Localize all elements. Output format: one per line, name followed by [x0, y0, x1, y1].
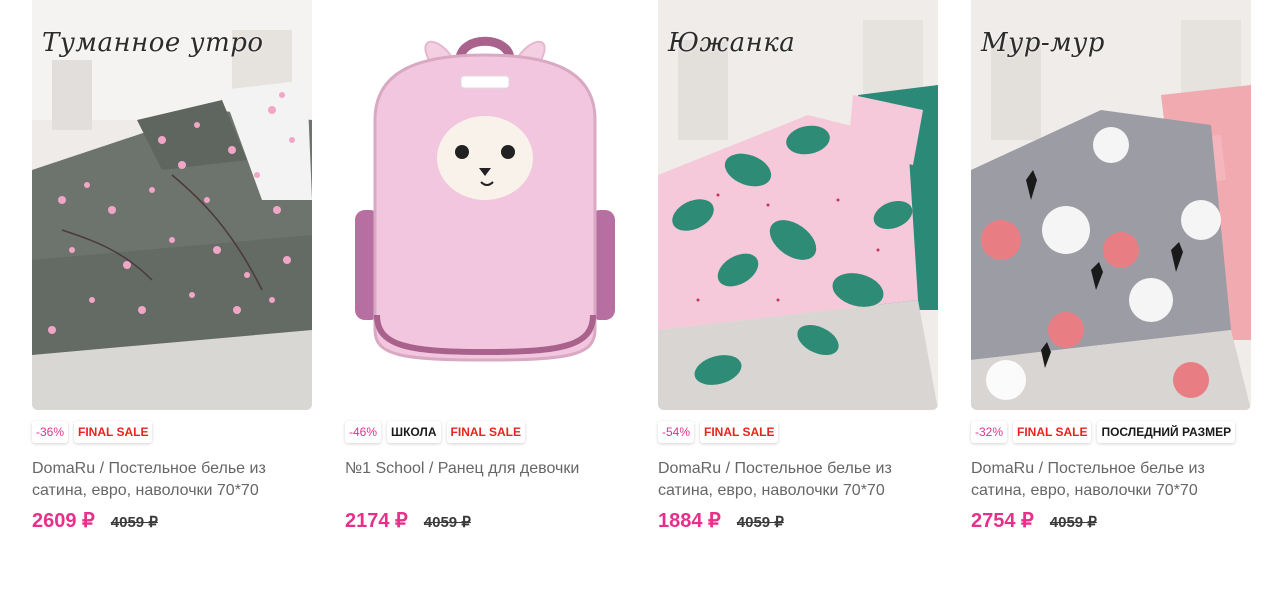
product-collection-name: Туманное утро: [42, 28, 264, 58]
bedding-sakura-icon: [32, 0, 312, 410]
discount-badge: -32%: [971, 421, 1008, 443]
current-price: 2754 ₽: [971, 510, 1034, 532]
old-price: 4059 ₽: [423, 514, 471, 531]
current-price: 2174 ₽: [345, 510, 408, 532]
product-card[interactable]: Мур-мур -32% FINAL SALE ПОСЛЕДНИЙ РАЗМЕР…: [971, 0, 1251, 560]
current-price: 1884 ₽: [658, 510, 721, 532]
product-image[interactable]: [345, 0, 625, 410]
product-card[interactable]: Южанка -54% FINAL SALE DomaRu / Постельн…: [658, 0, 938, 560]
price-row: 2754 ₽ 4059 ₽: [971, 508, 1097, 534]
discount-badge: -46%: [345, 421, 382, 443]
product-image[interactable]: Туманное утро: [32, 0, 312, 410]
product-image[interactable]: Мур-мур: [971, 0, 1251, 410]
product-image[interactable]: Южанка: [658, 0, 938, 410]
price-row: 1884 ₽ 4059 ₽: [658, 508, 784, 534]
old-price: 4059 ₽: [736, 514, 784, 531]
last-size-badge: ПОСЛЕДНИЙ РАЗМЕР: [1097, 421, 1236, 443]
final-sale-badge: FINAL SALE: [446, 421, 525, 443]
badge-row: -36% FINAL SALE: [32, 421, 153, 443]
final-sale-badge: FINAL SALE: [74, 421, 153, 443]
badge-row: -54% FINAL SALE: [658, 421, 779, 443]
discount-badge: -36%: [32, 421, 69, 443]
product-title[interactable]: DomaRu / Постельное белье из сатина, евр…: [971, 458, 1251, 502]
old-price: 4059 ₽: [110, 514, 158, 531]
final-sale-badge: FINAL SALE: [1013, 421, 1092, 443]
product-card[interactable]: Туманное утро -36% FINAL SALE DomaRu / П…: [32, 0, 312, 560]
bedding-monstera-icon: [658, 0, 938, 410]
discount-badge: -54%: [658, 421, 695, 443]
final-sale-badge: FINAL SALE: [700, 421, 779, 443]
badge-row: -32% FINAL SALE ПОСЛЕДНИЙ РАЗМЕР: [971, 421, 1236, 443]
old-price: 4059 ₽: [1049, 514, 1097, 531]
bedding-cats-icon: [971, 0, 1251, 410]
product-title[interactable]: DomaRu / Постельное белье из сатина, евр…: [32, 458, 312, 502]
badge-row: -46% ШКОЛА FINAL SALE: [345, 421, 525, 443]
price-row: 2609 ₽ 4059 ₽: [32, 508, 158, 534]
category-badge: ШКОЛА: [387, 421, 441, 443]
product-collection-name: Южанка: [668, 28, 796, 58]
current-price: 2609 ₽: [32, 510, 95, 532]
price-row: 2174 ₽ 4059 ₽: [345, 508, 471, 534]
product-grid: Туманное утро -36% FINAL SALE DomaRu / П…: [32, 0, 1252, 591]
product-collection-name: Мур-мур: [981, 28, 1105, 58]
product-card[interactable]: -46% ШКОЛА FINAL SALE №1 School / Ранец …: [345, 0, 625, 560]
backpack-llama-icon: [345, 0, 625, 410]
product-title[interactable]: DomaRu / Постельное белье из сатина, евр…: [658, 458, 938, 502]
product-title[interactable]: №1 School / Ранец для девочки: [345, 458, 625, 480]
